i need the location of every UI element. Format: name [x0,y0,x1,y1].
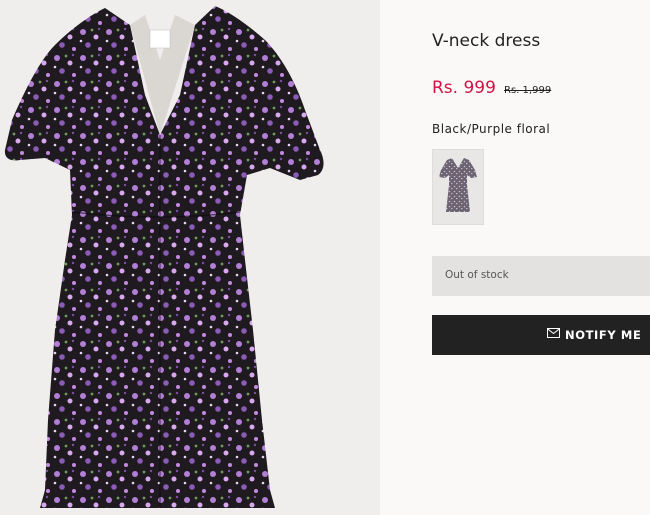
original-price: Rs. 1,999 [504,85,552,96]
color-swatch[interactable] [432,149,484,225]
price-row: Rs. 999 Rs. 1,999 [432,78,551,98]
product-info: V-neck dress Rs. 999 Rs. 1,999 Black/Pur… [432,0,650,515]
size-select[interactable]: Out of stock [432,256,650,296]
notify-me-label: NOTIFY ME [565,328,642,342]
sale-price: Rs. 999 [432,78,496,98]
product-title: V-neck dress [432,31,541,51]
swatch-dress-thumbnail [439,158,477,212]
dress-photo [4,6,324,508]
mail-icon [547,328,560,338]
stock-status: Out of stock [445,269,509,281]
selected-color-label: Black/Purple floral [432,122,551,136]
product-image[interactable] [0,0,380,515]
notify-me-button[interactable]: NOTIFY ME [432,315,650,355]
